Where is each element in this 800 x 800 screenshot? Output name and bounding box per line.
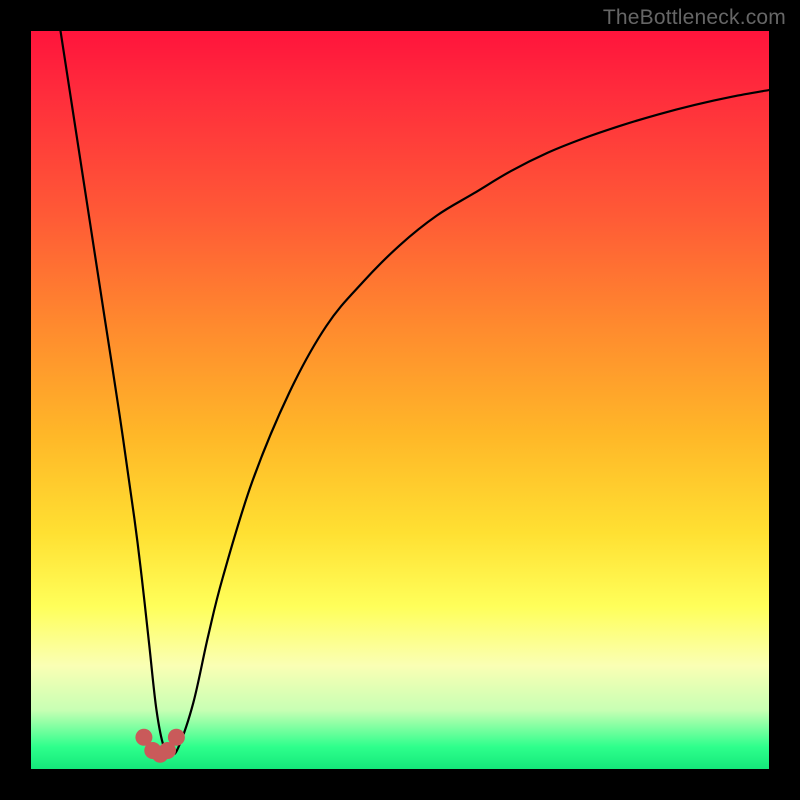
watermark-text: TheBottleneck.com — [603, 6, 786, 30]
bottleneck-curve — [61, 31, 769, 754]
curve-layer — [31, 31, 769, 769]
marker-dot — [168, 729, 185, 746]
plot-area — [31, 31, 769, 769]
chart-frame: TheBottleneck.com — [0, 0, 800, 800]
